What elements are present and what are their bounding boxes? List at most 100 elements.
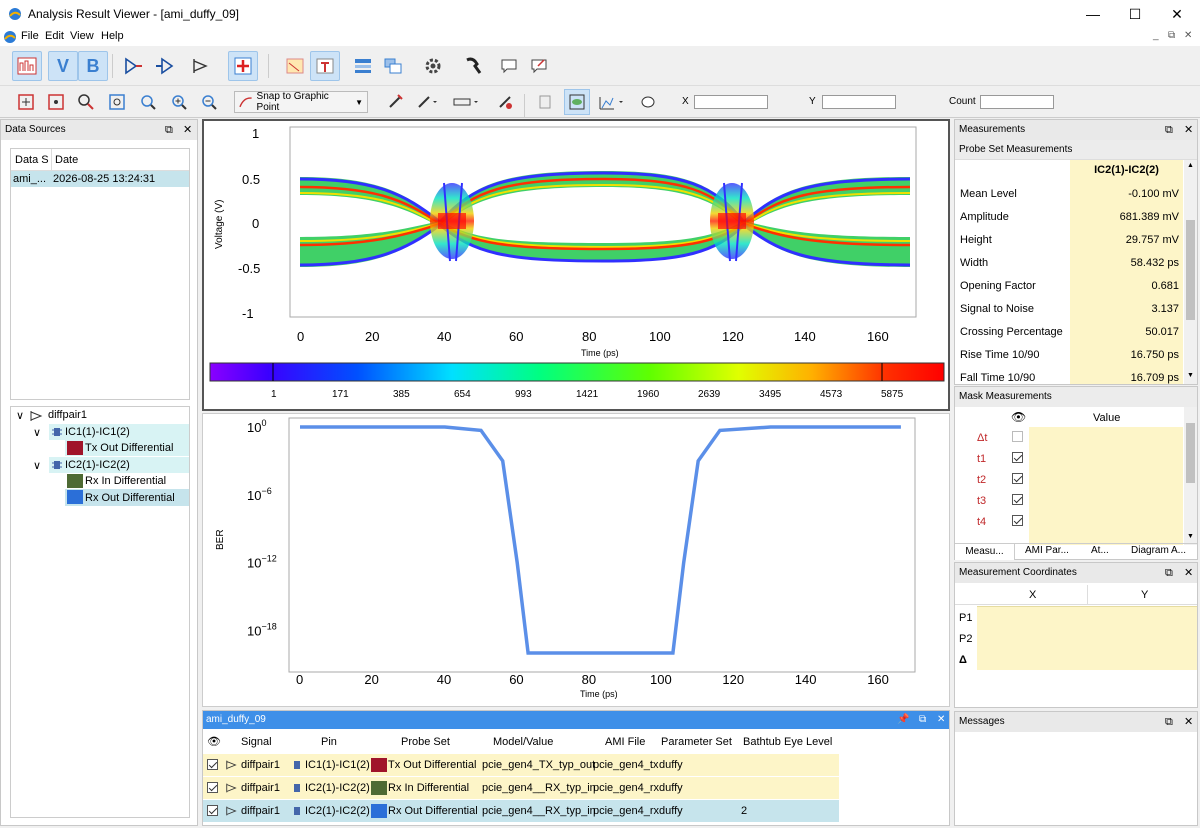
coordinate-values[interactable] <box>977 606 1197 670</box>
cascade-icon[interactable] <box>378 51 408 81</box>
mask-checkbox[interactable] <box>1012 494 1023 505</box>
col-header-source[interactable]: Data S <box>15 154 49 166</box>
measurements-scrollbar[interactable]: ▲ ▼ <box>1184 160 1197 384</box>
mask-checkbox[interactable] <box>1012 431 1023 442</box>
clear-marker-icon[interactable] <box>492 89 518 115</box>
mask-row[interactable]: t1 <box>955 448 1183 469</box>
probe-tx-icon[interactable] <box>118 51 148 81</box>
measurement-row[interactable]: Amplitude 681.389 mV <box>955 207 1183 230</box>
float-panel-icon[interactable]: ⧉ <box>1165 712 1173 732</box>
tab-measurements[interactable]: Measu... <box>955 544 1015 560</box>
row-visible-checkbox[interactable] <box>207 782 218 793</box>
phone-icon[interactable] <box>458 51 488 81</box>
expand-icon[interactable]: ∨ <box>33 459 41 472</box>
zoom-in-icon[interactable] <box>166 89 192 115</box>
float-panel-icon[interactable]: ⧉ <box>1165 563 1173 583</box>
mask-row[interactable]: t4 <box>955 511 1183 532</box>
zoom-icon[interactable] <box>135 89 161 115</box>
add-probe-button[interactable] <box>228 51 258 81</box>
measurement-row[interactable]: Rise Time 10/90 16.750 ps <box>955 345 1183 368</box>
expand-icon[interactable]: ∨ <box>16 409 24 422</box>
comment-edit-icon[interactable] <box>524 51 554 81</box>
measurement-row[interactable]: Mean Level -0.100 mV <box>955 184 1183 207</box>
mask-scrollbar[interactable]: ▼ <box>1184 407 1197 545</box>
col-header-model[interactable]: Model/Value <box>493 736 553 748</box>
ruler-dropdown-icon[interactable] <box>452 89 478 115</box>
close-panel-icon[interactable]: ✕ <box>1184 563 1193 583</box>
marker-dropdown-icon[interactable] <box>414 89 440 115</box>
tab-attributes[interactable]: At... <box>1091 545 1109 556</box>
close-button[interactable]: ✕ <box>1154 0 1200 28</box>
zoom-fit-icon[interactable] <box>104 89 130 115</box>
close-panel-icon[interactable]: ✕ <box>183 120 192 140</box>
comment-icon[interactable] <box>494 51 524 81</box>
layout-icon[interactable] <box>348 51 378 81</box>
histogram-dropdown-icon[interactable] <box>598 89 624 115</box>
mask-checkbox[interactable] <box>1012 515 1023 526</box>
tab-ami-parameters[interactable]: AMI Par... <box>1025 545 1069 556</box>
count-field[interactable] <box>980 95 1054 109</box>
visibility-eye-icon[interactable]: 👁 <box>207 735 221 748</box>
tree-node-label[interactable]: IC1(1)-IC1(2) <box>65 426 130 438</box>
eye-diagram-button[interactable] <box>12 51 42 81</box>
expand-icon[interactable]: ∨ <box>33 426 41 439</box>
mask-icon[interactable] <box>532 89 558 115</box>
float-panel-icon[interactable]: ⧉ <box>165 120 173 140</box>
y-coordinate-field[interactable] <box>822 95 896 109</box>
export-image-icon[interactable] <box>280 51 310 81</box>
probe-table-row[interactable]: diffpair1 IC2(1)-IC2(2) Rx Out Different… <box>203 800 839 822</box>
float-panel-icon[interactable]: ⧉ <box>1165 120 1173 140</box>
measurement-row[interactable]: Height 29.757 mV <box>955 230 1183 253</box>
snap-to-graphic-point-dropdown[interactable]: Snap to Graphic Point ▼ <box>234 91 368 113</box>
tree-leaf-label[interactable]: Rx Out Differential <box>85 492 175 504</box>
mask-row[interactable]: t3 <box>955 490 1183 511</box>
menu-help[interactable]: Help <box>101 30 124 42</box>
mdi-minimize-icon[interactable]: _ <box>1153 30 1159 41</box>
row-visible-checkbox[interactable] <box>207 759 218 770</box>
tree-leaf-label[interactable]: Tx Out Differential <box>85 442 173 454</box>
data-source-row[interactable]: ami_... 2026-08-25 13:24:31 <box>11 171 189 187</box>
pin-panel-icon[interactable]: 📌 <box>897 711 909 729</box>
menu-edit[interactable]: Edit <box>45 30 64 42</box>
eye-diagram-plot[interactable]: 1 0.5 0 -0.5 -1 Voltage (V) 0 20 40 60 8… <box>202 119 950 411</box>
zoom-out-icon[interactable] <box>196 89 222 115</box>
probe-rx-icon[interactable] <box>150 51 180 81</box>
voltage-button[interactable]: V <box>48 51 78 81</box>
measurement-row[interactable]: Opening Factor 0.681 <box>955 276 1183 299</box>
col-header-ami-file[interactable]: AMI File <box>605 736 645 748</box>
tree-root-label[interactable]: diffpair1 <box>48 409 87 421</box>
tree-leaf-label[interactable]: Rx In Differential <box>85 475 166 487</box>
close-panel-icon[interactable]: ✕ <box>1184 120 1193 140</box>
bathtub-button[interactable]: B <box>78 51 108 81</box>
row-visible-checkbox[interactable] <box>207 805 218 816</box>
col-header-probe-set[interactable]: Probe Set <box>401 736 450 748</box>
minimize-button[interactable]: — <box>1070 0 1116 28</box>
tree-node-label[interactable]: IC2(1)-IC2(2) <box>65 459 130 471</box>
close-panel-icon[interactable]: ✕ <box>937 711 945 729</box>
differential-icon[interactable] <box>186 51 216 81</box>
zoom-region-icon[interactable] <box>73 89 99 115</box>
app-menu-icon[interactable] <box>3 30 17 44</box>
zoom-box-icon[interactable] <box>43 89 69 115</box>
maximize-button[interactable]: ☐ <box>1112 0 1158 28</box>
cell-bathtub-level[interactable]: 2 <box>741 805 747 817</box>
mask-checkbox[interactable] <box>1012 452 1023 463</box>
col-header-pin[interactable]: Pin <box>321 736 337 748</box>
col-header-signal[interactable]: Signal <box>241 736 272 748</box>
menu-file[interactable]: File <box>21 30 39 42</box>
probe-table-row[interactable]: diffpair1 IC1(1)-IC1(2) Tx Out Different… <box>203 754 839 776</box>
bathtub-plot[interactable]: 0 20 40 60 80 100 120 140 160 100 10−6 10−12 10−18 B… <box>202 413 950 707</box>
menu-view[interactable]: View <box>70 30 94 42</box>
marker-icon[interactable] <box>382 89 408 115</box>
x-coordinate-field[interactable] <box>694 95 768 109</box>
measurement-row[interactable]: Fall Time 10/90 16.709 ps <box>955 368 1183 384</box>
mask-checkbox[interactable] <box>1012 473 1023 484</box>
export-data-icon[interactable] <box>310 51 340 81</box>
col-header-parameter-set[interactable]: Parameter Set <box>661 736 732 748</box>
probe-table-row[interactable]: diffpair1 IC2(1)-IC2(2) Rx In Differenti… <box>203 777 839 799</box>
mdi-restore-icon[interactable]: ⧉ <box>1168 30 1175 41</box>
eye-mask-icon[interactable] <box>564 89 590 115</box>
col-header-bathtub-level[interactable]: Bathtub Eye Level <box>743 736 832 748</box>
visibility-eye-icon[interactable]: 👁 <box>1011 410 1026 424</box>
measurement-row[interactable]: Signal to Noise 3.137 <box>955 299 1183 322</box>
